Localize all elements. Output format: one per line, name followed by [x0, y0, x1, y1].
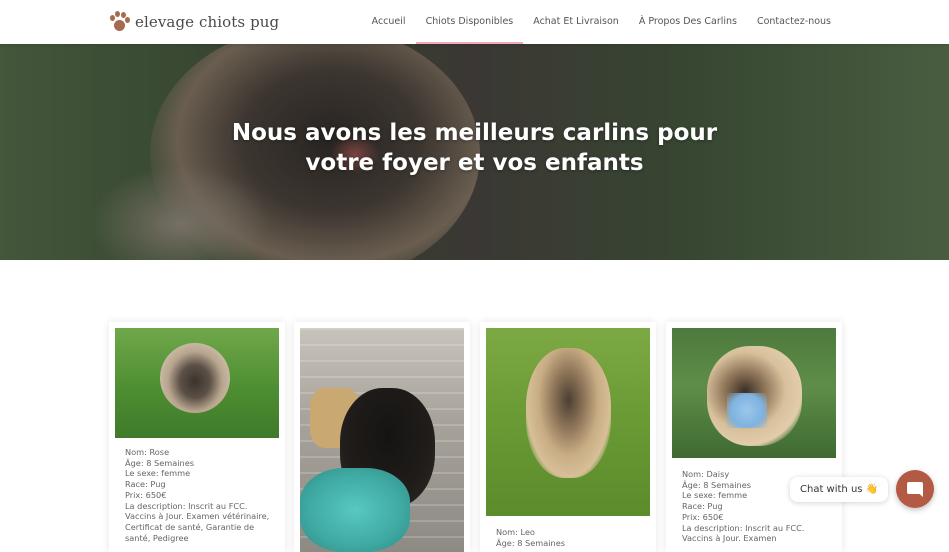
puppy-name: Nom: Leo [496, 527, 535, 537]
puppy-card[interactable]: Nom: Rose Âge: 8 Semaines Le sexe: femme… [109, 322, 285, 552]
puppy-photo[interactable] [300, 328, 464, 552]
main-nav: Accueil Chiots Disponibles Achat Et Livr… [362, 0, 841, 44]
nav-item-chiots-disponibles[interactable]: Chiots Disponibles [415, 0, 524, 44]
puppy-price: Prix: 650€ [682, 511, 724, 522]
puppy-price: Prix: 650€ [125, 489, 167, 500]
puppy-details: Nom: Rose Âge: 8 Semaines Le sexe: femme… [125, 447, 275, 543]
puppy-details: Nom: Leo Âge: 8 Semaines [496, 527, 646, 548]
puppy-card[interactable]: Nom: Leo Âge: 8 Semaines [480, 322, 656, 552]
puppy-description: La description: Inscrit au FCC. Vaccins … [125, 500, 270, 543]
puppy-age: Âge: 8 Semaines [496, 537, 566, 548]
puppy-photo[interactable] [486, 328, 650, 516]
site-header: elevage chiots pug Accueil Chiots Dispon… [0, 0, 949, 44]
chat-icon [907, 482, 923, 497]
nav-item-achat-et-livraison[interactable]: Achat Et Livraison [523, 0, 629, 44]
puppy-sex: Le sexe: femme [125, 468, 191, 479]
puppy-breed: Race: Pug [682, 501, 723, 512]
hero-banner: Nous avons les meilleurs carlins pour vo… [0, 44, 949, 260]
hero-title: Nous avons les meilleurs carlins pour vo… [231, 120, 718, 176]
puppy-card[interactable]: Nom: Daisy Âge: 8 Semaines Le sexe: femm… [666, 322, 842, 552]
chat-with-us-bubble[interactable]: Chat with us 👋 [790, 477, 889, 502]
puppy-name: Nom: Rose [125, 447, 170, 457]
site-logo[interactable]: elevage chiots pug [108, 10, 279, 34]
nav-item-a-propos[interactable]: À Propos Des Carlins [629, 0, 747, 44]
puppy-card[interactable] [294, 322, 470, 552]
puppy-photo[interactable] [672, 328, 836, 458]
paw-icon [108, 11, 130, 33]
puppy-photo[interactable] [115, 328, 279, 438]
puppy-breed: Race: Pug [125, 479, 166, 490]
puppy-description: La description: Inscrit au FCC. Vaccins … [682, 522, 805, 544]
nav-item-contact[interactable]: Contactez-nous [747, 0, 841, 44]
nav-item-accueil[interactable]: Accueil [362, 0, 416, 44]
puppy-age: Âge: 8 Semaines [125, 457, 195, 468]
chat-launcher-button[interactable] [896, 470, 934, 508]
logo-text: elevage chiots pug [135, 13, 280, 31]
